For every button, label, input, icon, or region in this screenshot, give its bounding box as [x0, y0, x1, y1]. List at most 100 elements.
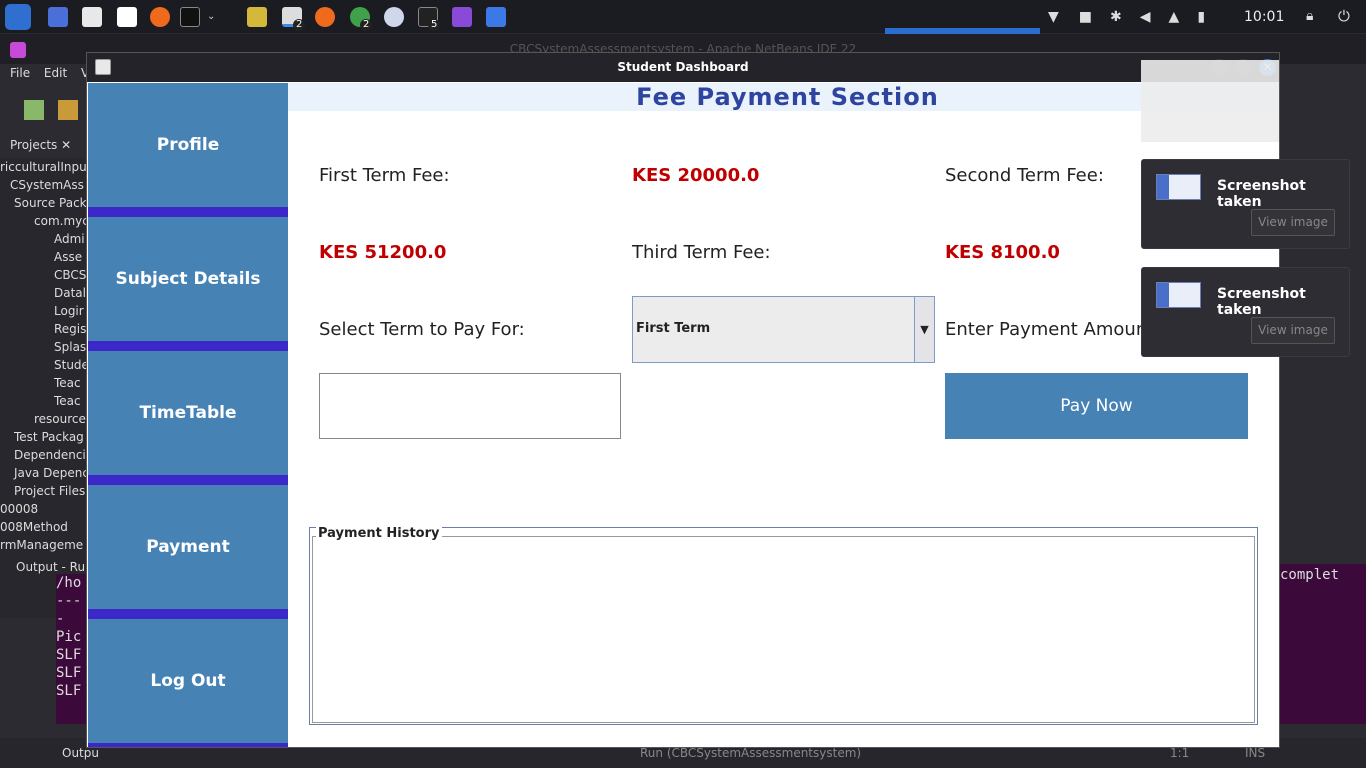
sidebar-payment-button[interactable]: Payment	[88, 485, 288, 609]
tree-item[interactable]: Test Packag	[0, 428, 88, 446]
output-line: SLF	[56, 647, 82, 663]
bell-icon[interactable]: ▲	[1169, 9, 1180, 25]
status-text: Run (CBCSystemAssessmentsystem)	[640, 746, 862, 760]
output-tab[interactable]: Output - Ru	[16, 560, 85, 574]
tree-item[interactable]: 008Method	[0, 518, 88, 536]
open-project-icon[interactable]	[58, 100, 78, 120]
chevron-down-icon[interactable]: ⌄	[207, 7, 219, 27]
tree-item[interactable]: Splas	[0, 338, 88, 356]
section-header: Fee Payment Section	[288, 83, 1279, 111]
notification[interactable]: Screenshot taken View image	[1141, 159, 1350, 249]
firefox-window-icon[interactable]	[315, 7, 335, 27]
notification-title: Screenshot taken	[1217, 286, 1306, 318]
bluetooth-icon[interactable]: ✱	[1110, 9, 1122, 25]
output-right-panel: complet	[1280, 564, 1366, 724]
desktop-icon[interactable]	[48, 7, 68, 27]
tree-item[interactable]: Project Files	[0, 482, 88, 500]
view-image-button[interactable]: View image	[1251, 209, 1335, 236]
notification-fading	[1141, 60, 1279, 142]
term-select-value: First Term	[636, 321, 711, 336]
sidebar-timetable-button[interactable]: TimeTable	[88, 351, 288, 475]
sidebar-profile-button[interactable]: Profile	[88, 83, 288, 207]
kali-menu-icon[interactable]	[5, 4, 31, 30]
sidebar-subject-details-button[interactable]: Subject Details	[88, 217, 288, 341]
wifi-icon[interactable]: ▼	[1048, 9, 1059, 25]
tree-item[interactable]: Teac	[0, 392, 88, 410]
tree-item[interactable]: resource	[0, 410, 88, 428]
tree-item[interactable]: CSystemAss	[0, 176, 88, 194]
text-editor-icon[interactable]	[117, 7, 137, 27]
tree-item[interactable]: Dependenci	[0, 446, 88, 464]
screenshot-thumbnail	[1156, 174, 1201, 200]
camera-icon[interactable]: ■	[1079, 9, 1092, 25]
output-line: /ho	[56, 575, 82, 591]
output-line: ----	[56, 593, 82, 627]
view-image-button[interactable]: View image	[1251, 317, 1335, 344]
tree-item[interactable]: CBCS	[0, 266, 88, 284]
student-dashboard-window: Student Dashboard ✕ Profile Subject Deta…	[86, 52, 1280, 748]
output-panel: /ho ---- Pic SLF SLF SLF	[56, 574, 88, 724]
java-app-icon	[95, 59, 111, 75]
tree-item[interactable]: rmManageme	[0, 536, 88, 554]
file-manager-icon[interactable]	[82, 7, 102, 27]
output-bottom-tab[interactable]: Outpu	[62, 746, 99, 760]
project-tree: ricculturalInput CSystemAss Source Pack …	[0, 158, 88, 618]
notification[interactable]: Screenshot taken View image	[1141, 267, 1350, 357]
netbeans-menubar: File Edit V	[0, 66, 90, 88]
tree-item[interactable]: Java Depenc	[0, 464, 88, 482]
tree-item[interactable]: Regis	[0, 320, 88, 338]
payment-history-panel: Payment History	[309, 526, 1258, 725]
firefox-icon[interactable]	[150, 7, 170, 27]
new-project-icon[interactable]	[24, 100, 44, 120]
window-title: Student Dashboard	[87, 53, 1279, 82]
lock-icon[interactable]: 🔒︎	[1306, 8, 1313, 24]
clock[interactable]: 10:01	[1244, 9, 1284, 25]
app-window-icon[interactable]	[384, 7, 404, 27]
select-term-label: Select Term to Pay For:	[319, 319, 525, 340]
third-term-fee-value: KES 8100.0	[945, 242, 1060, 263]
output-line: Pic	[56, 629, 82, 645]
term-select[interactable]: First Term ▼	[632, 296, 935, 363]
battery-icon[interactable]: ▮	[1197, 9, 1205, 25]
tree-item[interactable]: ricculturalInput	[0, 158, 88, 176]
payment-history-title: Payment History	[316, 526, 442, 541]
fee-payment-panel: Fee Payment Section First Term Fee: KES …	[288, 83, 1279, 747]
terminal-icon[interactable]	[180, 7, 200, 27]
tree-item[interactable]: Source Pack	[0, 194, 88, 212]
first-term-fee-label: First Term Fee:	[319, 165, 450, 186]
tray: ▼ ■ ✱ ◀ ▲ ▮	[1048, 0, 1205, 34]
netbeans-logo-icon	[10, 42, 26, 58]
payment-history-list[interactable]	[312, 536, 1255, 723]
first-term-fee-value: KES 20000.0	[632, 165, 760, 186]
window-count-badge: 2	[360, 19, 373, 31]
app-icon[interactable]	[247, 7, 267, 27]
pay-now-button[interactable]: Pay Now	[945, 373, 1248, 439]
third-term-fee-label: Third Term Fee:	[632, 242, 771, 263]
notification-title: Screenshot taken	[1217, 178, 1306, 210]
second-term-fee-value: KES 51200.0	[319, 242, 447, 263]
projects-tab-label: Projects	[10, 138, 58, 152]
output-line: SLF	[56, 683, 82, 699]
window-count-badge: 5	[428, 19, 441, 31]
tree-item[interactable]: Teac	[0, 374, 88, 392]
power-icon[interactable]: ⏻	[1338, 7, 1350, 25]
sidebar-logout-button[interactable]: Log Out	[88, 619, 288, 743]
tree-item[interactable]: com.myc	[0, 212, 88, 230]
cpu-graph	[885, 14, 1040, 34]
chevron-down-icon[interactable]: ▼	[914, 297, 934, 362]
tree-item[interactable]: 00008	[0, 500, 88, 518]
folder-icon[interactable]	[486, 7, 506, 27]
close-icon[interactable]: ✕	[61, 138, 71, 152]
output-line: SLF	[56, 665, 82, 681]
tree-item[interactable]: Logir	[0, 302, 88, 320]
tree-item[interactable]: Stude	[0, 356, 88, 374]
menu-file[interactable]: File	[10, 66, 30, 80]
screenshot-app-icon[interactable]	[452, 7, 472, 27]
menu-edit[interactable]: Edit	[44, 66, 67, 80]
payment-amount-input[interactable]	[319, 373, 621, 439]
tree-item[interactable]: Admi	[0, 230, 88, 248]
tree-item[interactable]: Asse	[0, 248, 88, 266]
volume-icon[interactable]: ◀	[1140, 9, 1151, 25]
projects-tab[interactable]: Projects ✕	[10, 138, 71, 152]
tree-item[interactable]: Datal	[0, 284, 88, 302]
